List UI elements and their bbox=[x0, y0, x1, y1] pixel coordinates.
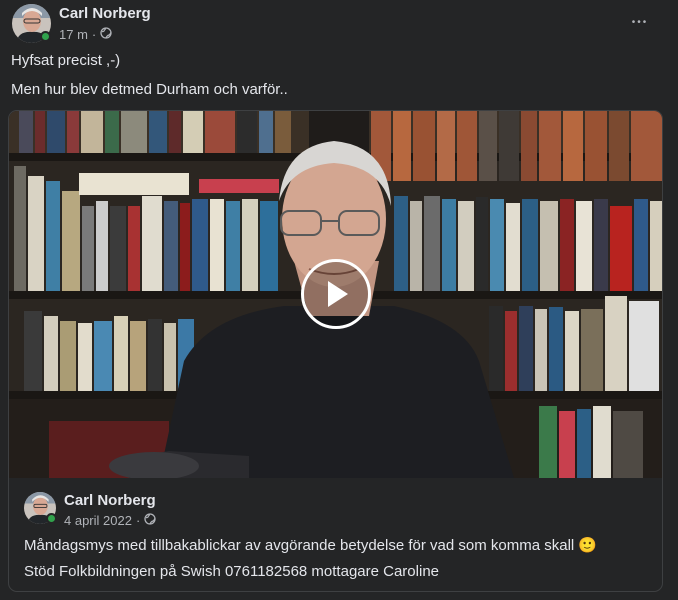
shared-meta-separator: · bbox=[135, 513, 141, 528]
more-options-button[interactable]: ••• bbox=[626, 8, 654, 36]
online-status-dot bbox=[40, 31, 51, 42]
play-icon bbox=[328, 281, 348, 307]
shared-author-name[interactable]: Carl Norberg bbox=[64, 492, 156, 510]
video-thumbnail[interactable] bbox=[9, 111, 662, 478]
post-author-name[interactable]: Carl Norberg bbox=[59, 4, 151, 23]
shared-post-date[interactable]: 4 april 2022 bbox=[64, 513, 132, 528]
more-options-icon: ••• bbox=[631, 16, 649, 28]
post-text-line-1: Hyfsat precist ,-) bbox=[11, 52, 121, 69]
video-play-button[interactable] bbox=[301, 259, 371, 329]
meta-separator: · bbox=[91, 27, 97, 42]
shared-text-line-1: Måndagsmys med tillbakablickar av avgöra… bbox=[24, 537, 598, 554]
shared-post-header: Carl Norberg 4 april 2022 · bbox=[24, 492, 156, 528]
feed-post: Carl Norberg 17 m · ••• Hyfsat precist ,… bbox=[0, 0, 678, 600]
post-header: Carl Norberg 17 m · bbox=[12, 4, 151, 43]
post-text-line-2: Men hur blev detmed Durham och varför.. bbox=[11, 81, 288, 98]
shared-post-card: Carl Norberg 4 april 2022 · Måndagsmys m… bbox=[8, 110, 663, 592]
globe-icon bbox=[100, 27, 112, 42]
globe-icon bbox=[144, 513, 156, 528]
shared-text-line-2: Stöd Folkbildningen på Swish 0761182568 … bbox=[24, 563, 439, 580]
shared-online-status-dot bbox=[46, 513, 57, 524]
post-timestamp[interactable]: 17 m bbox=[59, 27, 88, 42]
